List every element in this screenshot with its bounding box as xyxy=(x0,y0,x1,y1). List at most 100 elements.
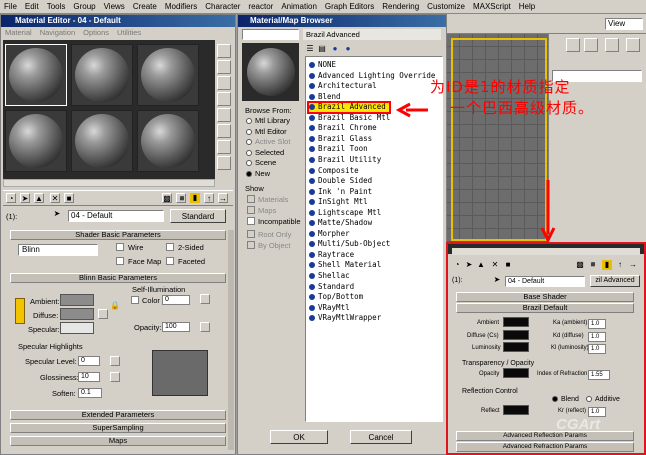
glossiness-spinner[interactable]: 10 xyxy=(78,372,100,382)
menu-item[interactable]: Create xyxy=(129,2,161,11)
go-parent-icon[interactable]: ↑ xyxy=(204,193,214,203)
reset-material-icon[interactable]: ✕ xyxy=(50,193,60,203)
blinn-rollout[interactable]: Blinn Basic Parameters xyxy=(10,273,226,283)
kd-spinner[interactable]: 1.0 xyxy=(588,332,606,342)
brazil-id-icon[interactable]: ▩ xyxy=(575,260,585,270)
get-material-icon[interactable]: ◔ xyxy=(6,193,16,203)
make-preview-icon[interactable] xyxy=(217,124,231,138)
material-list-item[interactable]: Shellac xyxy=(309,271,350,281)
menu-item[interactable]: MAXScript xyxy=(469,2,515,11)
material-list-item[interactable]: Composite xyxy=(309,166,359,176)
material-list-item[interactable]: Brazil Chrome xyxy=(309,123,377,133)
background-icon[interactable] xyxy=(217,76,231,90)
material-list-item[interactable]: Brazil Basic Mtl xyxy=(309,113,390,123)
material-list-item[interactable]: VRayMtlWrapper xyxy=(309,313,381,323)
material-id-icon[interactable]: ▩ xyxy=(162,193,172,203)
menu-item[interactable]: Group xyxy=(69,2,99,11)
editor-menu-item[interactable]: Material xyxy=(1,27,36,39)
brazil-put-icon[interactable]: ➤ xyxy=(464,260,474,270)
diffuse-map-button[interactable] xyxy=(98,309,108,319)
brazil-sibling-icon[interactable]: → xyxy=(628,260,638,270)
brazil-reset-icon[interactable]: ✕ xyxy=(490,260,500,270)
menu-item[interactable]: Customize xyxy=(423,2,469,11)
menu-item[interactable]: Rendering xyxy=(378,2,423,11)
menu-item[interactable]: Tools xyxy=(43,2,70,11)
motion-button[interactable] xyxy=(605,38,619,52)
menu-item[interactable]: Graph Editors xyxy=(321,2,378,11)
two-sided-checkbox[interactable] xyxy=(166,243,174,251)
put-to-scene-icon[interactable]: ➤ xyxy=(20,193,30,203)
assign-material-icon[interactable]: ▲ xyxy=(34,193,44,203)
material-list-item[interactable]: Advanced Lighting Override xyxy=(309,71,435,81)
self-illum-spinner[interactable]: 0 xyxy=(162,295,190,305)
view-small-icons-icon[interactable]: ● xyxy=(330,44,340,54)
browse-from-radio[interactable]: Scene xyxy=(246,158,276,167)
material-list-item[interactable]: Ink 'n Paint xyxy=(309,187,372,197)
material-list-item[interactable]: Brazil Utility xyxy=(309,155,381,165)
material-list-item[interactable]: Double Sided xyxy=(309,176,372,186)
by-object-checkbox[interactable] xyxy=(247,241,255,249)
reflect-swatch[interactable] xyxy=(503,405,529,415)
brazil-diffuse-swatch[interactable] xyxy=(503,330,529,340)
faceted-checkbox[interactable] xyxy=(166,257,174,265)
opacity-map-button[interactable] xyxy=(200,322,210,332)
brazil-luminosity-swatch[interactable] xyxy=(503,342,529,352)
material-list-item[interactable]: Lightscape Mtl xyxy=(309,208,381,218)
sample-type-icon[interactable] xyxy=(217,44,231,58)
brazil-advanced-item[interactable]: Brazil Advanced xyxy=(309,102,386,112)
additive-radio[interactable]: Additive xyxy=(586,396,620,403)
face-map-checkbox[interactable] xyxy=(116,257,124,265)
ambient-swatch[interactable] xyxy=(60,294,94,306)
spec-level-spinner[interactable]: 0 xyxy=(78,356,100,366)
sample-slot-3[interactable] xyxy=(137,44,199,106)
menu-item[interactable]: Edit xyxy=(21,2,43,11)
opacity-spinner[interactable]: 100 xyxy=(162,322,190,332)
menu-item[interactable]: Character xyxy=(201,2,244,11)
brazil-parent-icon[interactable]: ↑ xyxy=(615,260,625,270)
brazil-panel-scrollbar[interactable] xyxy=(452,248,640,255)
menu-item[interactable]: Help xyxy=(515,2,539,11)
ok-button[interactable]: OK xyxy=(270,430,328,444)
material-list-item[interactable]: NONE xyxy=(309,60,336,70)
material-name-field[interactable]: 04 - Default xyxy=(68,210,164,222)
soften-spinner[interactable]: 0.1 xyxy=(78,388,102,398)
specular-swatch[interactable] xyxy=(60,322,94,334)
kl-spinner[interactable]: 1.0 xyxy=(588,344,606,354)
blend-radio[interactable]: Blend xyxy=(552,396,579,403)
view-list-icons-icon[interactable]: ▤ xyxy=(317,44,327,54)
view-list-icon[interactable]: ☰ xyxy=(305,44,315,54)
brazil-pick-icon[interactable]: ➤ xyxy=(492,275,502,285)
sample-slot-5[interactable] xyxy=(71,110,133,172)
ior-spinner[interactable]: 1.55 xyxy=(588,370,610,380)
material-list-item[interactable]: InSight Mtl xyxy=(309,197,368,207)
self-illum-color-checkbox[interactable] xyxy=(131,296,139,304)
brazil-type-button[interactable]: zil Advanced xyxy=(590,275,640,287)
backlight-icon[interactable] xyxy=(217,60,231,74)
sample-slot-6[interactable] xyxy=(137,110,199,172)
menu-item[interactable]: Views xyxy=(100,2,129,11)
browse-from-radio[interactable]: Active Slot xyxy=(246,137,290,146)
menu-item[interactable]: reactor xyxy=(244,2,277,11)
material-list-item[interactable]: Brazil Toon xyxy=(309,144,368,154)
material-list-item[interactable]: Brazil Glass xyxy=(309,134,372,144)
modifier-button[interactable] xyxy=(566,38,580,52)
video-check-icon[interactable] xyxy=(217,108,231,122)
menu-item[interactable]: Animation xyxy=(277,2,321,11)
editor-menu-item[interactable]: Navigation xyxy=(36,27,79,39)
show-checkbox[interactable] xyxy=(247,195,255,203)
go-sibling-icon[interactable]: → xyxy=(218,193,228,203)
ka-spinner[interactable]: 1.0 xyxy=(588,319,606,329)
material-list-item[interactable]: Standard xyxy=(309,282,354,292)
display-button[interactable] xyxy=(626,38,640,52)
slot-scrollbar[interactable] xyxy=(3,179,215,187)
menu-item[interactable]: Modifiers xyxy=(161,2,201,11)
browse-from-radio[interactable]: Mtl Library xyxy=(246,116,290,125)
material-list-item[interactable]: Morpher xyxy=(309,229,350,239)
shader-type-dropdown[interactable]: Blinn xyxy=(18,244,98,256)
lock-ambient-diffuse-icon[interactable] xyxy=(15,298,25,324)
uv-tiling-icon[interactable] xyxy=(217,92,231,106)
material-list-item[interactable]: Top/Bottom xyxy=(309,292,363,302)
select-by-material-icon[interactable] xyxy=(217,156,231,170)
material-list-item[interactable]: Architectural xyxy=(309,81,377,91)
brazil-ambient-swatch[interactable] xyxy=(503,317,529,327)
